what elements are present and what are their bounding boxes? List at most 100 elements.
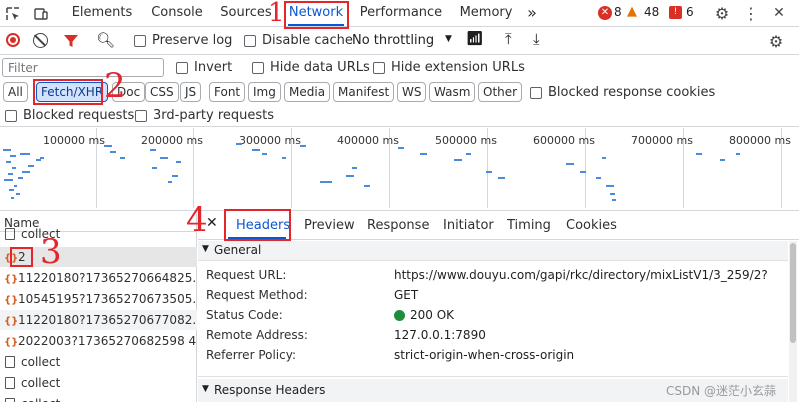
list-item[interactable]: collect xyxy=(0,373,197,393)
checkbox-box[interactable] xyxy=(176,61,188,74)
export-har-icon[interactable]: ⤓ xyxy=(533,30,540,48)
import-har-icon[interactable]: ⤒ xyxy=(505,30,512,48)
annotation-number: 3 xyxy=(40,232,62,272)
search-icon[interactable]: 🔍︎ xyxy=(96,31,115,49)
tab-preview[interactable]: Preview xyxy=(304,212,355,240)
checkbox-box[interactable] xyxy=(135,109,147,122)
checkbox-box[interactable] xyxy=(373,61,385,74)
clear-icon[interactable] xyxy=(33,33,48,48)
timeline-request-bar xyxy=(466,153,471,155)
type-chip-font[interactable]: Font xyxy=(209,82,246,102)
timeline-request-bar xyxy=(352,167,357,169)
checkbox-box[interactable] xyxy=(252,61,264,74)
disable-cache-checkbox[interactable]: Disable cache xyxy=(244,33,353,48)
checkbox-box[interactable] xyxy=(244,34,256,47)
watermark: CSDN @迷茫小玄蒜 xyxy=(666,384,777,398)
close-detail-icon[interactable]: ✕ xyxy=(206,215,218,231)
network-conditions-icon[interactable]: 📶︎ xyxy=(466,31,484,47)
scrollbar-thumb[interactable] xyxy=(790,243,796,343)
device-toolbar-icon[interactable] xyxy=(32,5,50,23)
list-item[interactable]: {}11220180?17365270677082... xyxy=(0,310,197,330)
record-icon[interactable] xyxy=(6,33,20,47)
network-control-bar: 🔍︎ Preserve log Disable cache No throttl… xyxy=(0,27,799,55)
tab-cookies[interactable]: Cookies xyxy=(566,212,617,240)
tab-initiator[interactable]: Initiator xyxy=(443,212,494,240)
error-count[interactable]: 8 xyxy=(614,5,622,19)
type-chip-other[interactable]: Other xyxy=(478,82,523,102)
document-icon xyxy=(5,398,15,402)
list-item[interactable]: {}10545195?17365270673505... xyxy=(0,289,197,309)
detail-scrollbar[interactable] xyxy=(789,241,797,402)
type-chip-js[interactable]: JS xyxy=(180,82,202,102)
third-party-requests-checkbox[interactable]: 3rd-party requests xyxy=(135,108,274,123)
checkbox-box[interactable] xyxy=(530,86,542,99)
filter-input[interactable] xyxy=(2,58,164,77)
list-item[interactable]: collect xyxy=(0,352,197,372)
warning-count[interactable]: 48 xyxy=(644,5,659,19)
request-name: 2022003?17365270682598 4... xyxy=(18,334,197,348)
close-devtools-icon[interactable]: ✕ xyxy=(770,4,788,22)
status-code-value: 200 OK xyxy=(410,308,455,322)
general-title: General xyxy=(214,243,262,257)
type-chip-img[interactable]: Img xyxy=(248,82,281,102)
timeline-request-bar xyxy=(4,179,13,181)
tab-sources[interactable]: Sources xyxy=(218,0,274,26)
blocked-response-cookies-checkbox[interactable]: Blocked response cookies xyxy=(530,85,715,100)
xhr-icon: {} xyxy=(4,295,19,306)
timeline-request-bar xyxy=(104,145,112,147)
list-item[interactable]: collect xyxy=(0,394,197,402)
request-name: 11220180?17365270664825... xyxy=(18,271,197,285)
list-item[interactable]: {}11220180?17365270664825... xyxy=(0,268,197,288)
network-settings-gear-icon[interactable]: ⚙ xyxy=(767,32,785,51)
general-section-header[interactable]: ▼ General xyxy=(198,241,788,261)
invert-checkbox[interactable]: Invert xyxy=(176,60,232,75)
type-chip-css[interactable]: CSS xyxy=(145,82,179,102)
timeline-request-bar xyxy=(486,171,492,173)
timeline-tick: 800000 ms xyxy=(729,134,791,147)
chevron-down-icon[interactable]: ▼ xyxy=(445,34,452,44)
hide-data-urls-checkbox[interactable]: Hide data URLs xyxy=(252,60,370,75)
timeline-overview[interactable]: 100000 ms 200000 ms 300000 ms 400000 ms … xyxy=(0,127,799,210)
timeline-request-bar xyxy=(696,153,702,155)
type-chip-wasm[interactable]: Wasm xyxy=(429,82,476,102)
timeline-tick: 500000 ms xyxy=(435,134,497,147)
checkbox-box[interactable] xyxy=(5,109,17,122)
inspect-element-icon[interactable] xyxy=(4,5,22,23)
third-party-requests-label: 3rd-party requests xyxy=(153,108,275,123)
filter-funnel-icon[interactable] xyxy=(60,31,82,51)
tab-response[interactable]: Response xyxy=(367,212,429,240)
timeline-request-bar xyxy=(172,175,178,177)
more-tabs-button[interactable]: » xyxy=(522,0,542,26)
timeline-tick: 400000 ms xyxy=(337,134,399,147)
tab-console[interactable]: Console xyxy=(146,0,208,26)
issues-count[interactable]: 6 xyxy=(686,5,694,19)
tab-performance[interactable]: Performance xyxy=(358,0,444,26)
tab-timing[interactable]: Timing xyxy=(507,212,551,240)
timeline-request-bar xyxy=(9,189,14,191)
type-chip-media[interactable]: Media xyxy=(284,82,331,102)
checkbox-box[interactable] xyxy=(134,34,146,47)
throttling-select[interactable]: No throttling xyxy=(352,33,434,48)
settings-gear-icon[interactable]: ⚙ xyxy=(713,4,731,23)
blocked-response-cookies-label: Blocked response cookies xyxy=(548,85,716,100)
timeline-request-bar xyxy=(252,149,260,151)
tab-elements[interactable]: Elements xyxy=(70,0,134,26)
annotation-box-network xyxy=(284,1,349,29)
blocked-requests-label: Blocked requests xyxy=(23,108,135,123)
timeline-request-bar xyxy=(20,153,30,155)
type-chip-ws[interactable]: WS xyxy=(397,82,427,102)
timeline-request-bar xyxy=(262,153,267,155)
timeline-request-bar xyxy=(610,193,615,195)
type-chip-manifest[interactable]: Manifest xyxy=(333,82,395,102)
request-name: collect xyxy=(21,355,61,369)
preserve-log-checkbox[interactable]: Preserve log xyxy=(134,33,232,48)
tab-memory[interactable]: Memory xyxy=(456,0,516,26)
hide-extension-urls-checkbox[interactable]: Hide extension URLs xyxy=(373,60,525,75)
more-options-icon[interactable]: ⋮ xyxy=(743,4,759,23)
blocked-requests-checkbox[interactable]: Blocked requests xyxy=(5,108,134,123)
xhr-icon: {} xyxy=(4,316,19,327)
list-item[interactable]: collect xyxy=(0,228,197,240)
timeline-request-bar xyxy=(580,171,586,173)
type-chip-all[interactable]: All xyxy=(3,82,28,102)
list-item[interactable]: {}2022003?17365270682598 4... xyxy=(0,331,197,351)
